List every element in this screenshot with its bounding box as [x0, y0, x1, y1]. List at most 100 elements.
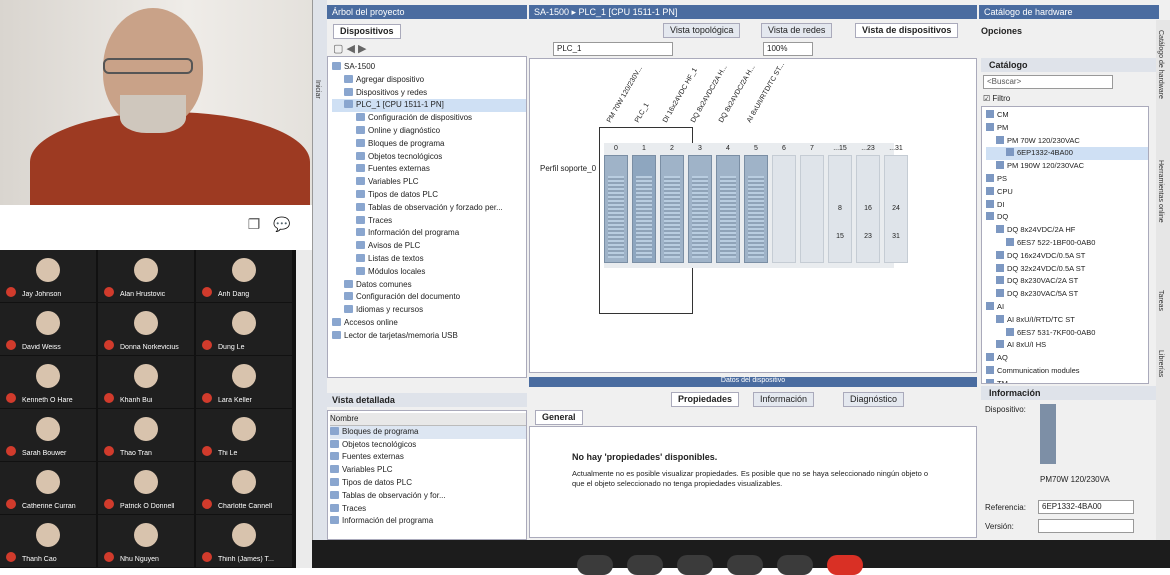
participant-tile[interactable]: Catherine Curran: [0, 462, 96, 514]
more-button[interactable]: [777, 555, 813, 575]
tab-info[interactable]: Información: [753, 392, 815, 407]
tab-general[interactable]: General: [535, 410, 583, 425]
catalog-section[interactable]: Catálogo: [981, 58, 1157, 72]
participant-tile[interactable]: Kenneth O Hare: [0, 356, 96, 408]
tree-item[interactable]: Módulos locales: [332, 266, 526, 279]
participant-tile[interactable]: Nhu Nguyen: [98, 515, 194, 567]
catalog-search[interactable]: <Buscar>: [983, 75, 1113, 89]
tree-item[interactable]: Tablas de observación y forzado per...: [332, 202, 526, 215]
detail-item[interactable]: Bloques de programa: [330, 425, 526, 439]
detail-item[interactable]: Traces: [330, 503, 526, 516]
catalog-item[interactable]: PM 190W 120/230VAC: [986, 160, 1148, 173]
io-module[interactable]: [604, 155, 628, 263]
info-section[interactable]: Información: [981, 386, 1157, 400]
tree-item[interactable]: Accesos online: [332, 317, 526, 330]
tree-item[interactable]: PLC_1 [CPU 1511-1 PN]: [332, 99, 526, 113]
catalog-item[interactable]: AQ: [986, 352, 1148, 365]
camera-button[interactable]: [627, 555, 663, 575]
detail-item[interactable]: Objetos tecnológicos: [330, 439, 526, 452]
tab-devices-view[interactable]: Vista de dispositivos: [855, 23, 959, 38]
participant-tile[interactable]: Donna Norkevicius: [98, 303, 194, 355]
tab-devices[interactable]: Dispositivos: [333, 24, 401, 39]
tree-item[interactable]: SA-1500: [332, 61, 526, 74]
catalog-item[interactable]: 6ES7 531-7KF00-0AB0: [986, 327, 1148, 340]
catalog-item[interactable]: CPU: [986, 186, 1148, 199]
tree-item[interactable]: Online y diagnóstico: [332, 125, 526, 138]
tree-item[interactable]: Lector de tarjetas/memoria USB: [332, 330, 526, 343]
participant-tile[interactable]: Thao Tran: [98, 409, 194, 461]
device-select[interactable]: PLC_1: [553, 42, 673, 56]
cpu-module[interactable]: [632, 155, 656, 263]
side-tab[interactable]: Librerías: [1157, 350, 1164, 377]
empty-slot[interactable]: [800, 155, 824, 263]
detail-item[interactable]: Variables PLC: [330, 464, 526, 477]
tree-item[interactable]: Configuración de dispositivos: [332, 112, 526, 125]
participant-tile[interactable]: Dung Le: [196, 303, 292, 355]
catalog-item[interactable]: 6EP1332-4BA00: [986, 147, 1148, 161]
participant-tile[interactable]: Thi Le: [196, 409, 292, 461]
tree-item[interactable]: Información del programa: [332, 227, 526, 240]
detail-item[interactable]: Información del programa: [330, 515, 526, 528]
tree-item[interactable]: Dispositivos y redes: [332, 87, 526, 100]
tree-item[interactable]: Listas de textos: [332, 253, 526, 266]
version-select[interactable]: [1038, 519, 1134, 533]
tree-item[interactable]: Tipos de datos PLC: [332, 189, 526, 202]
participant-tile[interactable]: David Weiss: [0, 303, 96, 355]
catalog-item[interactable]: AI: [986, 301, 1148, 314]
participant-tile[interactable]: Alan Hrustovic: [98, 250, 194, 302]
io-module[interactable]: [744, 155, 768, 263]
participant-tile[interactable]: Thanh Cao: [0, 515, 96, 567]
catalog-item[interactable]: AI 8xU/I/RTD/TC ST: [986, 314, 1148, 327]
gallery-scrollbar[interactable]: [296, 250, 312, 568]
catalog-item[interactable]: AI 8xU/I HS: [986, 339, 1148, 352]
tab-topology[interactable]: Vista topológica: [663, 23, 741, 38]
catalog-item[interactable]: CM: [986, 109, 1148, 122]
participant-tile[interactable]: Thinh (James) T...: [196, 515, 292, 567]
io-module[interactable]: [688, 155, 712, 263]
catalog-item[interactable]: DQ 8x230VAC/2A ST: [986, 275, 1148, 288]
tab-networks[interactable]: Vista de redes: [761, 23, 833, 38]
tab-properties[interactable]: Propiedades: [671, 392, 740, 407]
side-tab[interactable]: Herramientas online: [1157, 160, 1164, 223]
participant-tile[interactable]: Patrick O Donnell: [98, 462, 194, 514]
tree-item[interactable]: Configuración del documento: [332, 291, 526, 304]
catalog-item[interactable]: DQ: [986, 211, 1148, 224]
catalog-item[interactable]: DI: [986, 199, 1148, 212]
participant-tile[interactable]: Khanh Bui: [98, 356, 194, 408]
io-module[interactable]: [660, 155, 684, 263]
zoom-select[interactable]: 100%: [763, 42, 813, 56]
reactions-button[interactable]: [727, 555, 763, 575]
catalog-item[interactable]: DQ 8x230VAC/5A ST: [986, 288, 1148, 301]
leave-button[interactable]: [827, 555, 863, 575]
tree-item[interactable]: Objetos tecnológicos: [332, 151, 526, 164]
tree-item[interactable]: Bloques de programa: [332, 138, 526, 151]
participant-tile[interactable]: Charlotte Cannell: [196, 462, 292, 514]
tab-diagnostics[interactable]: Diagnóstico: [843, 392, 905, 407]
catalog-item[interactable]: DQ 8x24VDC/2A HF: [986, 224, 1148, 237]
tree-item[interactable]: Agregar dispositivo: [332, 74, 526, 87]
device-data-bar[interactable]: Datos del dispositivo: [529, 377, 977, 387]
empty-slot[interactable]: [772, 155, 796, 263]
copy-icon[interactable]: ❐: [245, 215, 263, 233]
tree-item[interactable]: Idiomas y recursos: [332, 304, 526, 317]
catalog-item[interactable]: TM: [986, 378, 1148, 383]
start-strip[interactable]: Iniciar: [313, 0, 327, 540]
participant-tile[interactable]: Anh Dang: [196, 250, 292, 302]
catalog-item[interactable]: DQ 32x24VDC/0.5A ST: [986, 263, 1148, 276]
tree-item[interactable]: Traces: [332, 215, 526, 228]
tree-item[interactable]: Fuentes externas: [332, 163, 526, 176]
detail-item[interactable]: Tipos de datos PLC: [330, 477, 526, 490]
catalog-item[interactable]: Communication modules: [986, 365, 1148, 378]
catalog-item[interactable]: PM: [986, 122, 1148, 135]
catalog-item[interactable]: PS: [986, 173, 1148, 186]
tree-item[interactable]: Datos comunes: [332, 279, 526, 292]
filter-checkbox[interactable]: ☑ Filtro: [983, 94, 1010, 103]
tree-item[interactable]: Avisos de PLC: [332, 240, 526, 253]
catalog-item[interactable]: 6ES7 522-1BF00-0AB0: [986, 237, 1148, 250]
participant-tile[interactable]: Sarah Bouwer: [0, 409, 96, 461]
catalog-item[interactable]: PM 70W 120/230VAC: [986, 135, 1148, 148]
mic-button[interactable]: [577, 555, 613, 575]
detail-item[interactable]: Fuentes externas: [330, 451, 526, 464]
participant-tile[interactable]: Jay Johnson: [0, 250, 96, 302]
chat-icon[interactable]: 💬: [273, 215, 291, 233]
